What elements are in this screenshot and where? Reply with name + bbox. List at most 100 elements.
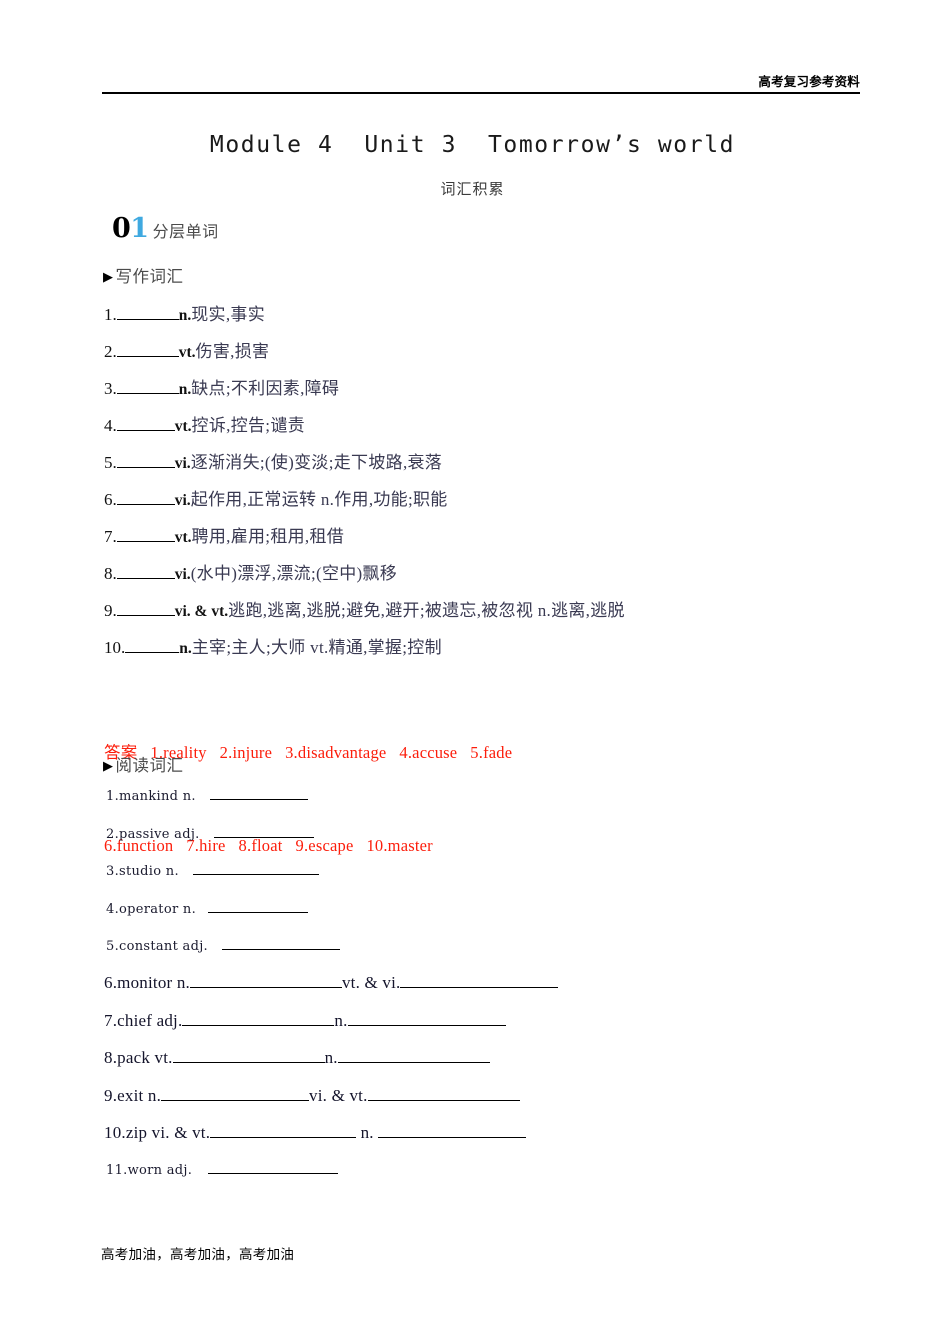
group-heading-writing-label: 写作词汇 — [115, 267, 184, 286]
answer-blank[interactable] — [208, 899, 309, 913]
word-meaning: 控诉,控告;谴责 — [191, 416, 305, 435]
reading-word-label: 2.passive adj. — [106, 826, 200, 842]
writing-vocab-row: 6. vi.起作用,正常运转 n.作用,功能;职能 — [104, 488, 904, 525]
answer-blank[interactable] — [189, 972, 342, 988]
part-of-speech: vi. & vt. — [309, 1085, 368, 1105]
part-of-speech: vt. — [174, 529, 192, 546]
reading-word-label: 9.exit n. — [104, 1085, 162, 1105]
row-index: 3. — [104, 379, 117, 398]
word-meaning: (水中)漂浮,漂流;(空中)飘移 — [190, 564, 398, 583]
reading-vocab-row: 7.chief adj. n. — [104, 1010, 924, 1048]
answer-blank[interactable] — [116, 489, 175, 505]
answer-blank[interactable] — [210, 1122, 357, 1138]
triangle-marker-icon: ▶ — [103, 758, 114, 773]
row-index: 10. — [104, 638, 126, 657]
writing-vocab-row: 3. n.缺点;不利因素,障碍 — [104, 377, 904, 414]
reading-word-label: 11.worn adj. — [106, 1163, 193, 1178]
answer-blank[interactable] — [378, 1122, 527, 1138]
header-divider — [102, 92, 860, 94]
reading-vocab-row: 8.pack vt. n. — [104, 1047, 924, 1085]
answer-blank[interactable] — [367, 1085, 520, 1101]
row-index: 1. — [104, 305, 117, 324]
answer-blank[interactable] — [172, 1047, 325, 1063]
answer-blank[interactable] — [116, 378, 179, 394]
reading-vocab-list-upper: 1.mankind n. 2.passive adj. 3.studio n. 4.o… — [106, 786, 906, 974]
word-meaning: 聘用,雇用;租用,租借 — [191, 527, 345, 546]
reading-word-label: 10.zip vi. & vt. — [104, 1123, 211, 1142]
part-of-speech: vi. — [174, 455, 191, 472]
word-meaning: 主宰;主人;大师 vt.精通,掌握;控制 — [191, 638, 442, 657]
answer-blank[interactable] — [208, 1160, 339, 1174]
reading-vocab-row: 2.passive adj. — [106, 824, 906, 862]
row-index: 9. — [104, 601, 117, 620]
word-meaning: 现实,事实 — [191, 305, 265, 324]
section-number-digit-1: 1 — [130, 213, 149, 244]
part-of-speech: n. — [178, 307, 192, 324]
page-footer: 高考加油，高考加油，高考加油 — [101, 1247, 295, 1263]
row-index: 8. — [104, 564, 117, 583]
answer-blank[interactable] — [116, 563, 175, 579]
document-page: 高考复习参考资料 Module 4 Unit 3 Tomorrow’s worl… — [0, 0, 945, 1337]
part-of-speech: vt. — [178, 344, 196, 361]
word-meaning: 伤害,损害 — [195, 342, 270, 361]
section-badge: 01 分层单词 — [112, 213, 219, 244]
reading-vocab-row: 11.worn adj. — [106, 1160, 339, 1178]
group-heading-writing: ▶ 写作词汇 — [103, 263, 184, 287]
reading-vocab-row: 4.operator n. — [106, 899, 906, 937]
part-of-speech: n. — [356, 1123, 379, 1142]
reading-word-label: 6.monitor n. — [104, 973, 190, 992]
word-meaning: 缺点;不利因素,障碍 — [191, 379, 340, 398]
answer-blank[interactable] — [125, 637, 180, 653]
reading-word-label: 7.chief adj. — [104, 1010, 183, 1030]
triangle-marker-icon: ▶ — [103, 269, 114, 284]
writing-vocab-row: 9. vi. & vt.逃跑,逃离,逃脱;避免,避开;被遗忘,被忽视 n.逃离,逃… — [104, 599, 904, 636]
writing-vocab-row: 4. vt.控诉,控告;谴责 — [104, 414, 904, 451]
writing-vocab-row: 5. vi.逐渐消失;(使)变淡;走下坡路,衰落 — [104, 451, 904, 488]
writing-vocab-list: 1. n.现实,事实 2. vt.伤害,损害 3. n.缺点;不利因素,障碍 4. vt.控诉… — [104, 303, 904, 673]
answer-blank[interactable] — [116, 526, 175, 542]
writing-vocab-row: 10. n.主宰;主人;大师 vt.精通,掌握;控制 — [104, 636, 904, 673]
part-of-speech: vt. — [174, 418, 192, 435]
reading-word-label: 4.operator n. — [106, 901, 197, 917]
reading-vocab-row: 10.zip vi. & vt. n. — [104, 1122, 924, 1160]
answer-blank[interactable] — [400, 972, 559, 988]
answer-blank[interactable] — [213, 824, 314, 838]
reading-word-label: 8.pack vt. — [104, 1048, 173, 1067]
reading-vocab-list-lower: 11.worn adj. — [106, 1160, 339, 1178]
page-subtitle: 词汇积累 — [440, 180, 505, 198]
group-heading-reading: ▶ 阅读词汇 — [103, 752, 184, 776]
writing-vocab-row: 7. vt.聘用,雇用;租用,租借 — [104, 525, 904, 562]
row-index: 2. — [104, 342, 117, 361]
part-of-speech: n. — [334, 1010, 348, 1030]
answer-blank[interactable] — [116, 415, 175, 431]
answer-blank[interactable] — [116, 452, 175, 468]
answer-blank[interactable] — [116, 600, 175, 616]
part-of-speech: vi. — [174, 566, 191, 583]
word-meaning: 逐渐消失;(使)变淡;走下坡路,衰落 — [190, 453, 443, 472]
reading-vocab-row: 6.monitor n. vt. & vi. — [104, 972, 924, 1010]
reading-word-label: 3.studio n. — [106, 864, 179, 879]
answer-blank[interactable] — [192, 861, 319, 875]
group-heading-reading-label: 阅读词汇 — [115, 756, 184, 775]
word-meaning: 起作用,正常运转 n.作用,功能;职能 — [190, 490, 448, 509]
section-number: 01 — [112, 213, 149, 244]
part-of-speech: vt. & vi. — [341, 973, 401, 992]
answer-blank[interactable] — [209, 786, 308, 800]
part-of-speech: vi. — [174, 492, 191, 509]
word-meaning: 逃跑,逃离,逃脱;避免,避开;被遗忘,被忽视 n.逃离,逃脱 — [228, 601, 625, 620]
header-right-label: 高考复习参考资料 — [758, 74, 860, 89]
answer-blank[interactable] — [337, 1047, 490, 1063]
row-index: 6. — [104, 490, 117, 509]
answer-blank[interactable] — [161, 1085, 310, 1101]
reading-word-label: 1.mankind n. — [106, 789, 196, 804]
answer-blank[interactable] — [222, 936, 340, 950]
section-label: 分层单词 — [152, 224, 219, 241]
row-index: 5. — [104, 453, 117, 472]
answer-blank[interactable] — [182, 1010, 335, 1026]
page-header: 高考复习参考资料 — [102, 74, 860, 94]
answer-blank[interactable] — [116, 341, 179, 357]
answer-blank[interactable] — [347, 1010, 506, 1026]
writing-vocab-row: 8. vi.(水中)漂浮,漂流;(空中)飘移 — [104, 562, 904, 599]
answer-blank[interactable] — [116, 304, 179, 320]
reading-word-label: 5.constant adj. — [106, 939, 208, 954]
